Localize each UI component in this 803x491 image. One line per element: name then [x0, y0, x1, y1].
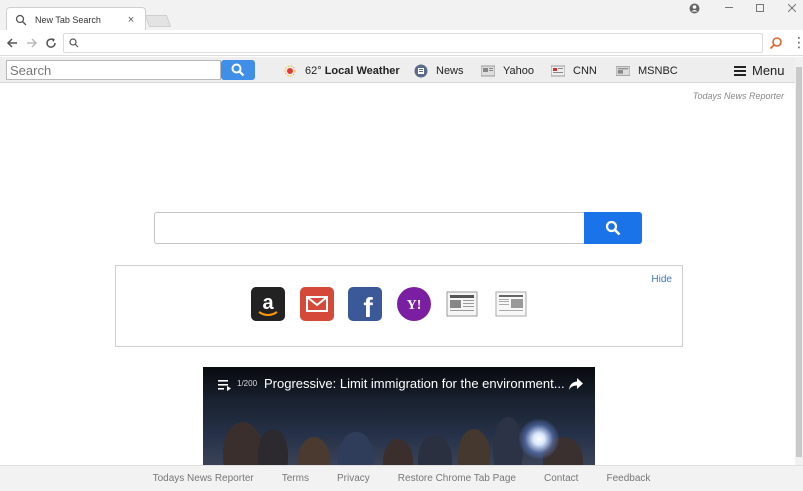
search-icon — [15, 14, 27, 25]
browser-menu-icon[interactable]: ⋮ — [792, 33, 803, 51]
shortcuts-panel: Hide a f Y! — [115, 265, 683, 347]
yahoo-icon — [481, 64, 495, 78]
amazon-icon[interactable]: a — [251, 287, 285, 321]
menu-button[interactable]: Menu — [734, 63, 785, 78]
main-search-input[interactable] — [154, 212, 585, 244]
playlist-count: 1/200 — [237, 379, 258, 388]
tab-strip: New Tab Search × — [0, 0, 803, 31]
cnn-link-label: CNN — [573, 65, 597, 77]
weather-temp: 62° — [305, 65, 322, 77]
svg-text:Y!: Y! — [407, 298, 422, 313]
scrollbar-thumb[interactable] — [796, 67, 802, 457]
weather-label: Local Weather — [324, 65, 400, 77]
msnbc-link-label: MSNBC — [638, 65, 678, 77]
yahoo-link-label: Yahoo — [503, 65, 534, 77]
footer-link-feedback[interactable]: Feedback — [606, 473, 650, 484]
weather-sun-icon — [283, 64, 297, 78]
back-arrow-icon[interactable] — [4, 35, 20, 51]
newspaper-icon[interactable] — [445, 287, 479, 321]
svg-text:a: a — [262, 292, 274, 314]
video-title[interactable]: Progressive: Limit immigration for the e… — [264, 376, 564, 391]
forward-arrow-icon[interactable] — [24, 35, 40, 51]
footer-link-restore[interactable]: Restore Chrome Tab Page — [398, 473, 516, 484]
reload-icon[interactable] — [43, 35, 59, 51]
news-link-label: News — [436, 65, 464, 77]
browser-toolbar — [0, 30, 803, 56]
toolbar-search-input[interactable] — [6, 60, 221, 80]
news-icon — [414, 64, 428, 78]
yahoo-link[interactable]: Yahoo — [481, 63, 534, 79]
tab-close-icon[interactable]: × — [125, 14, 137, 26]
footer-link-terms[interactable]: Terms — [282, 473, 309, 484]
footer-link-privacy[interactable]: Privacy — [337, 473, 370, 484]
profile-icon[interactable] — [679, 0, 709, 16]
window-close-icon[interactable] — [777, 0, 803, 16]
msnbc-link[interactable]: MSNBC — [616, 63, 678, 79]
msnbc-icon — [616, 64, 630, 78]
search-icon — [69, 38, 79, 48]
footer-link-brand[interactable]: Todays News Reporter — [153, 473, 254, 484]
news-link[interactable]: News — [414, 63, 464, 79]
toolbar-search-button[interactable] — [221, 60, 255, 80]
tab-title: New Tab Search — [35, 14, 101, 25]
main-search-button[interactable] — [584, 212, 642, 244]
extension-search-icon[interactable] — [769, 36, 783, 50]
facebook-icon[interactable]: f — [348, 287, 382, 323]
flashlight-glow — [519, 419, 559, 459]
search-icon — [231, 63, 245, 77]
page-scrollbar[interactable] — [795, 57, 803, 465]
footer: Todays News Reporter Terms Privacy Resto… — [0, 465, 803, 491]
share-icon[interactable] — [568, 377, 584, 391]
hamburger-icon — [734, 64, 746, 78]
footer-link-contact[interactable]: Contact — [544, 473, 578, 484]
extension-toolbar: 62° Local Weather News Yahoo CNN MSNBC M… — [0, 57, 803, 83]
new-tab-button[interactable] — [144, 15, 172, 27]
cnn-icon — [551, 64, 565, 78]
maximize-icon[interactable] — [745, 0, 775, 16]
svg-text:f: f — [363, 292, 373, 321]
video-player[interactable]: 1/200 Progressive: Limit immigration for… — [203, 367, 595, 465]
minimize-icon[interactable] — [714, 0, 744, 16]
brand-logo-text: Todays News Reporter — [692, 91, 784, 101]
weather-link[interactable]: 62° Local Weather — [283, 63, 400, 79]
search-icon — [605, 220, 621, 236]
cnn-link[interactable]: CNN — [551, 63, 597, 79]
menu-label: Menu — [752, 63, 785, 78]
hide-shortcuts-link[interactable]: Hide — [651, 274, 672, 285]
yahoo-icon[interactable]: Y! — [397, 287, 431, 321]
browser-tab[interactable]: New Tab Search × — [6, 7, 146, 31]
newspaper-icon[interactable] — [494, 287, 528, 321]
playlist-icon[interactable] — [218, 379, 232, 391]
gmail-icon[interactable] — [300, 287, 334, 321]
address-bar[interactable] — [63, 33, 763, 53]
